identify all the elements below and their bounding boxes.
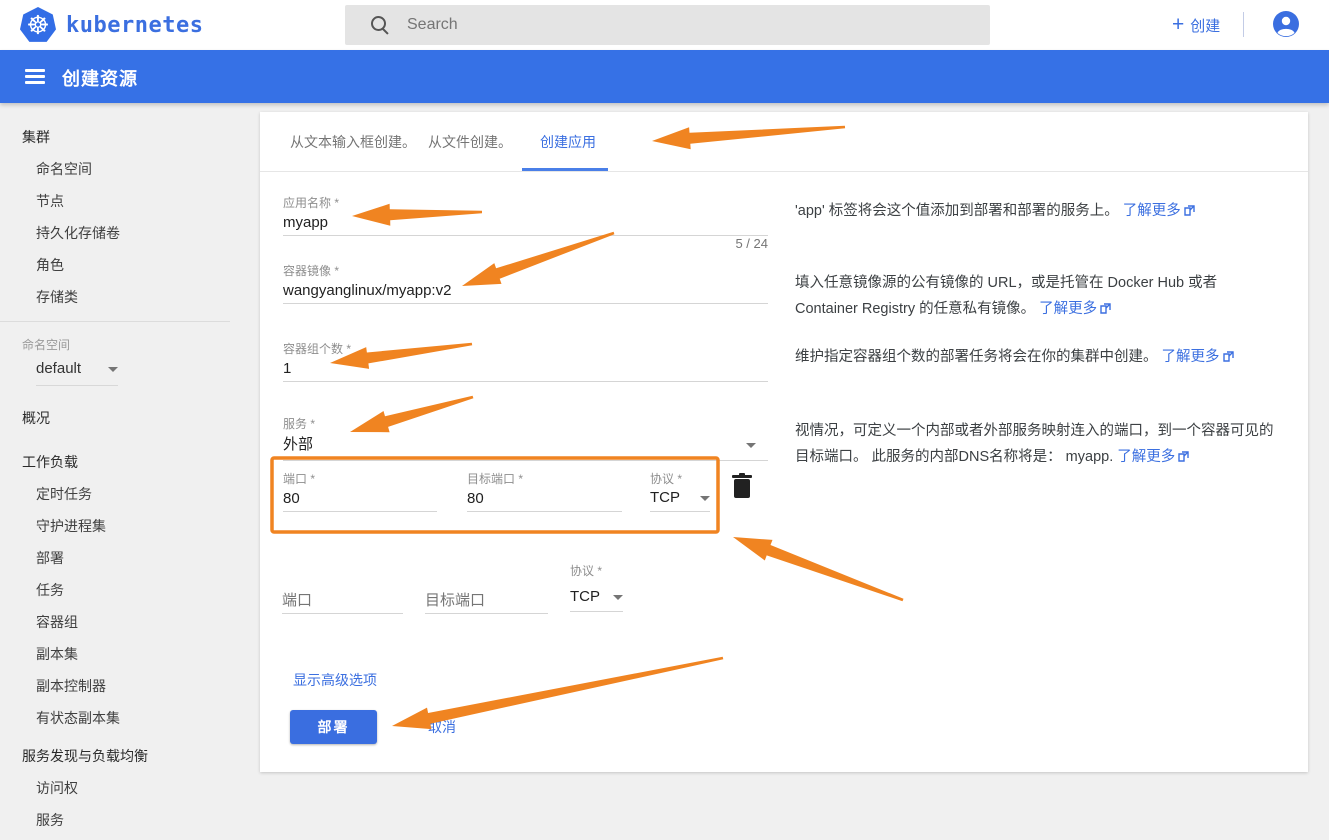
- target-port-label: 目标端口 *: [467, 470, 622, 486]
- tab-create-from-text[interactable]: 从文本输入框创建。: [290, 112, 416, 172]
- deploy-button[interactable]: 部署: [290, 710, 377, 744]
- help-text: 填入任意镜像源的公有镜像的 URL，或是托管在 Docker Hub 或者 Co…: [795, 275, 1217, 317]
- app-name-input[interactable]: [283, 210, 768, 236]
- protocol-field-2: 协议 *: [570, 562, 623, 578]
- container-image-input[interactable]: [283, 278, 768, 304]
- chevron-down-icon: [700, 496, 710, 501]
- target-port-input-1[interactable]: [467, 486, 622, 512]
- create-app-card: 从文本输入框创建。 从文件创建。 创建应用 应用名称 * 5 / 24 容器镜像…: [260, 112, 1308, 772]
- chevron-down-icon: [108, 367, 118, 372]
- kubernetes-logo-icon: ☸: [20, 7, 56, 43]
- learn-more-link[interactable]: 了解更多: [1162, 349, 1234, 365]
- plus-icon: +: [1172, 13, 1184, 37]
- protocol-label: 协议 *: [650, 470, 710, 486]
- sidebar-item-services[interactable]: 服务: [0, 804, 260, 836]
- sidebar-item-pods[interactable]: 容器组: [0, 606, 260, 638]
- service-field: 服务 * 外部: [283, 415, 768, 461]
- chevron-down-icon: [746, 443, 756, 448]
- sidebar-item-roles[interactable]: 角色: [0, 249, 260, 281]
- protocol-select-wrap-2: TCP: [570, 582, 623, 612]
- sidebar-item-overview[interactable]: 概况: [0, 402, 260, 434]
- sidebar: 集群 命名空间 节点 持久化存储卷 角色 存储类 命名空间 default 概况…: [0, 103, 260, 840]
- service-label: 服务 *: [283, 415, 768, 431]
- port-field-2: [282, 588, 403, 614]
- header-divider: [1243, 12, 1244, 37]
- namespace-selector[interactable]: default: [36, 356, 118, 386]
- help-service: 视情况，可定义一个内部或者外部服务映射连入的端口，到一个容器可见的目标端口。 此…: [795, 418, 1275, 470]
- app-toolbar: 创建资源: [0, 50, 1329, 103]
- learn-more-link[interactable]: 了解更多: [1039, 301, 1111, 317]
- learn-more-link[interactable]: 了解更多: [1123, 203, 1195, 219]
- target-port-field-2: [425, 588, 548, 614]
- sidebar-item-cron-jobs[interactable]: 定时任务: [0, 478, 260, 510]
- help-text: 视情况，可定义一个内部或者外部服务映射连入的端口，到一个容器可见的目标端口。 此…: [795, 423, 1274, 465]
- search-icon: [371, 16, 389, 34]
- port-input-2[interactable]: [282, 588, 403, 614]
- top-header: ☸ kubernetes Search + 创建: [0, 0, 1329, 50]
- tab-create-from-file[interactable]: 从文件创建。: [428, 112, 512, 172]
- pod-count-field: 容器组个数 *: [283, 340, 768, 382]
- service-selected-value: 外部: [283, 436, 313, 453]
- sidebar-item-replica-sets[interactable]: 副本集: [0, 638, 260, 670]
- protocol-select-2[interactable]: TCP: [570, 582, 623, 612]
- port-input-1[interactable]: [283, 486, 437, 512]
- protocol-selected-value: TCP: [570, 588, 600, 605]
- page-title: 创建资源: [62, 65, 138, 91]
- container-image-label: 容器镜像 *: [283, 262, 768, 278]
- sidebar-item-stateful-sets[interactable]: 有状态副本集: [0, 702, 260, 734]
- chevron-down-icon: [613, 595, 623, 600]
- show-advanced-options-link[interactable]: 显示高级选项: [293, 670, 377, 690]
- active-tab-indicator: [522, 168, 608, 171]
- brand-name: kubernetes: [66, 13, 203, 38]
- app-name-label: 应用名称 *: [283, 194, 768, 210]
- tab-create-app[interactable]: 创建应用: [540, 112, 596, 172]
- sidebar-item-storage-classes[interactable]: 存储类: [0, 281, 260, 313]
- help-image: 填入任意镜像源的公有镜像的 URL，或是托管在 Docker Hub 或者 Co…: [795, 270, 1275, 322]
- sidebar-header-discovery[interactable]: 服务发现与负载均衡: [0, 740, 260, 772]
- brand: ☸ kubernetes: [20, 7, 203, 43]
- search-placeholder: Search: [407, 16, 458, 34]
- create-button[interactable]: + 创建: [1172, 13, 1220, 37]
- sidebar-item-ingresses[interactable]: 访问权: [0, 772, 260, 804]
- app-name-field: 应用名称 * 5 / 24: [283, 194, 768, 236]
- app-name-counter: 5 / 24: [735, 236, 768, 251]
- protocol-field-1: 协议 * TCP: [650, 470, 710, 512]
- sidebar-item-namespaces[interactable]: 命名空间: [0, 153, 260, 185]
- sidebar-item-daemon-sets[interactable]: 守护进程集: [0, 510, 260, 542]
- menu-icon[interactable]: [25, 69, 45, 84]
- tab-bar: 从文本输入框创建。 从文件创建。 创建应用: [260, 112, 1308, 172]
- sidebar-item-persistent-volumes[interactable]: 持久化存储卷: [0, 217, 260, 249]
- create-button-label: 创建: [1190, 15, 1220, 36]
- account-icon[interactable]: [1272, 10, 1300, 38]
- namespace-selected-value: default: [36, 360, 81, 377]
- delete-port-row-icon[interactable]: [730, 472, 756, 502]
- search-input[interactable]: Search: [345, 5, 990, 45]
- sidebar-item-deployments[interactable]: 部署: [0, 542, 260, 574]
- target-port-field-1: 目标端口 *: [467, 470, 622, 512]
- sidebar-header-cluster[interactable]: 集群: [0, 121, 260, 153]
- port-field-1: 端口 *: [283, 470, 437, 512]
- help-pod-count: 维护指定容器组个数的部署任务将会在你的集群中创建。 了解更多: [795, 344, 1234, 370]
- pod-count-label: 容器组个数 *: [283, 340, 768, 356]
- help-text: 'app' 标签将会这个值添加到部署和部署的服务上。: [795, 203, 1119, 219]
- sidebar-item-replication-controllers[interactable]: 副本控制器: [0, 670, 260, 702]
- namespace-selector-label: 命名空间: [0, 322, 260, 352]
- learn-more-link[interactable]: 了解更多: [1117, 449, 1189, 465]
- protocol-select-1[interactable]: TCP: [650, 486, 710, 512]
- protocol-selected-value: TCP: [650, 489, 680, 506]
- sidebar-item-nodes[interactable]: 节点: [0, 185, 260, 217]
- help-app-name: 'app' 标签将会这个值添加到部署和部署的服务上。 了解更多: [795, 198, 1195, 224]
- port-label: 端口 *: [283, 470, 437, 486]
- help-text: 维护指定容器组个数的部署任务将会在你的集群中创建。: [795, 349, 1158, 365]
- target-port-input-2[interactable]: [425, 588, 548, 614]
- service-select[interactable]: 外部: [283, 431, 768, 461]
- container-image-field: 容器镜像 *: [283, 262, 768, 304]
- sidebar-item-jobs[interactable]: 任务: [0, 574, 260, 606]
- protocol-label: 协议 *: [570, 562, 623, 578]
- cancel-link[interactable]: 取消: [428, 717, 456, 737]
- pod-count-input[interactable]: [283, 356, 768, 382]
- sidebar-header-workloads[interactable]: 工作负载: [0, 446, 260, 478]
